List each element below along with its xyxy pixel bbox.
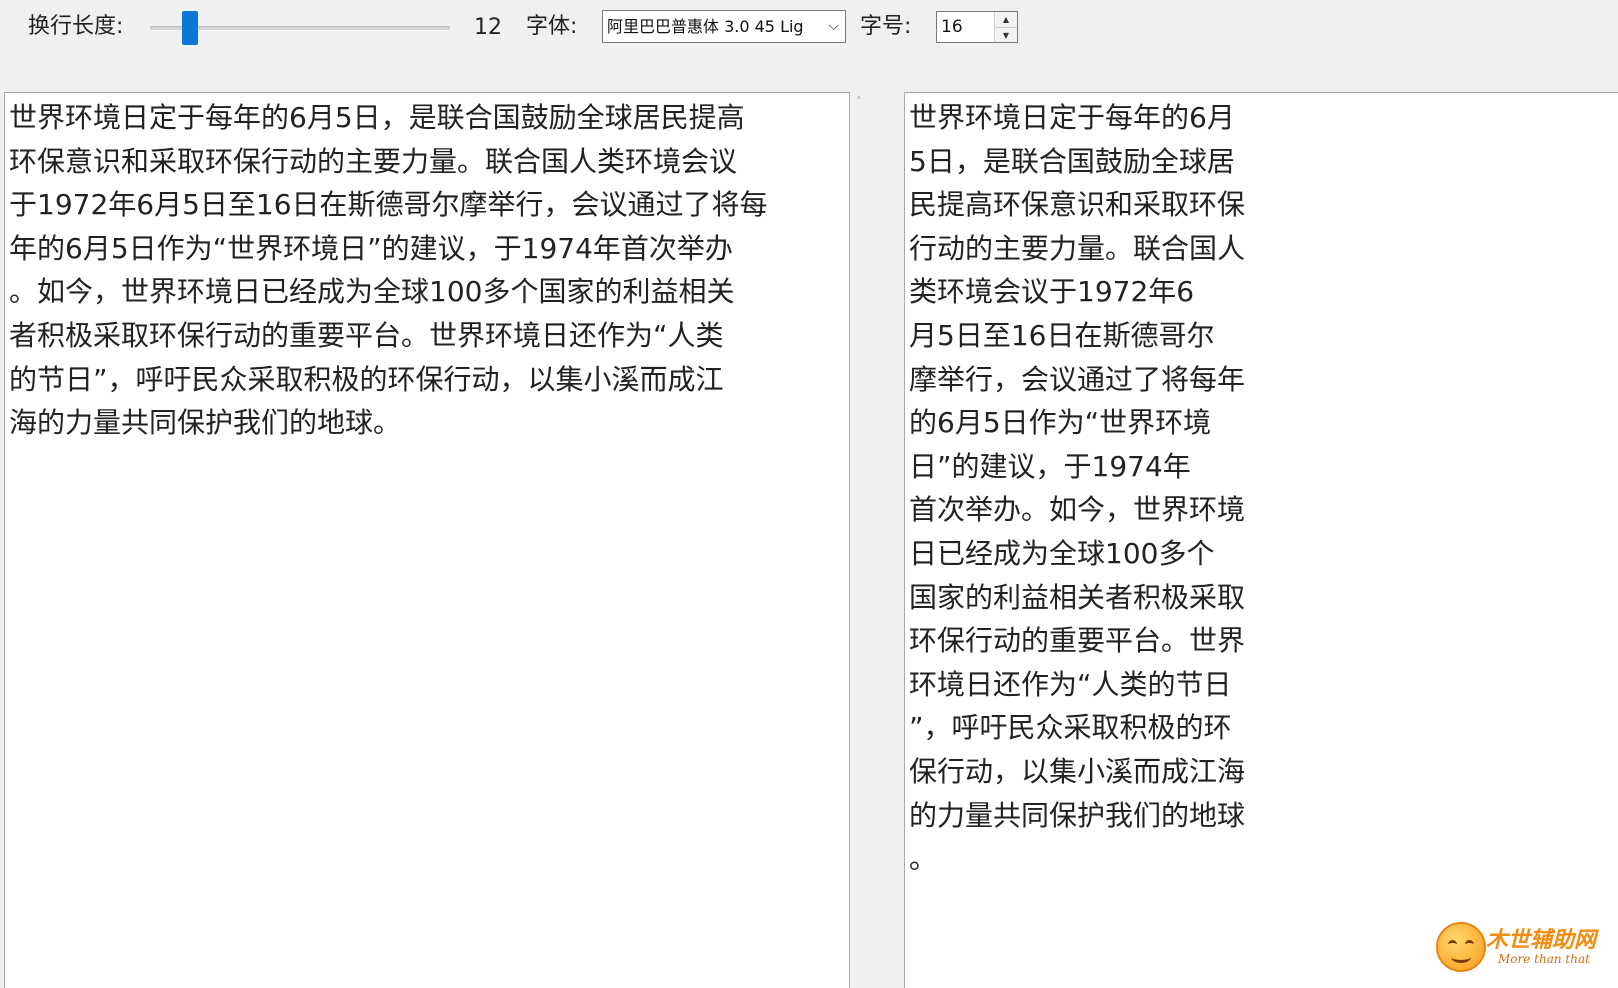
font-size-value[interactable]: 16 xyxy=(941,12,963,42)
chevron-down-icon[interactable]: ⌵ xyxy=(828,11,839,42)
watermark-subtitle: More than that xyxy=(1498,952,1590,966)
wrapped-text[interactable]: 世界环境日定于每年的6月 5日，是联合国鼓励全球居 民提高环保意识和采取环保 行… xyxy=(905,93,1618,881)
source-text[interactable]: 世界环境日定于每年的6月5日，是联合国鼓励全球居民提高 环保意识和采取环保行动的… xyxy=(5,93,849,445)
source-text-area[interactable]: 世界环境日定于每年的6月5日，是联合国鼓励全球居民提高 环保意识和采取环保行动的… xyxy=(4,92,850,988)
wrap-length-slider[interactable] xyxy=(150,10,450,46)
slider-thumb[interactable] xyxy=(181,11,198,45)
watermark-logo: 木世辅助网 More than that xyxy=(1436,920,1608,976)
font-size-spinbox[interactable]: 16 ▲ ▼ xyxy=(936,11,1018,43)
smiley-face-icon xyxy=(1436,922,1486,972)
wrap-length-value: 12 xyxy=(474,15,502,40)
size-label: 字号: xyxy=(860,14,912,39)
source-scrollbar[interactable]: ˄ xyxy=(850,92,868,988)
spin-buttons: ▲ ▼ xyxy=(994,12,1017,42)
app-window: 换行长度: 12 字体: 阿里巴巴普惠体 3.0 45 Lig ⌵ 字号: 16… xyxy=(0,0,1618,988)
wrap-length-label: 换行长度: xyxy=(28,14,124,39)
spin-down-icon[interactable]: ▼ xyxy=(995,27,1017,42)
wrapped-text-area[interactable]: 世界环境日定于每年的6月 5日，是联合国鼓励全球居 民提高环保意识和采取环保 行… xyxy=(904,92,1618,988)
scroll-up-icon[interactable]: ˄ xyxy=(850,92,868,112)
font-label: 字体: xyxy=(526,14,578,39)
spin-up-icon[interactable]: ▲ xyxy=(995,12,1017,27)
font-select[interactable]: 阿里巴巴普惠体 3.0 45 Lig ⌵ xyxy=(602,10,846,43)
font-select-value: 阿里巴巴普惠体 3.0 45 Lig xyxy=(607,17,804,36)
watermark-title: 木世辅助网 xyxy=(1486,928,1597,953)
